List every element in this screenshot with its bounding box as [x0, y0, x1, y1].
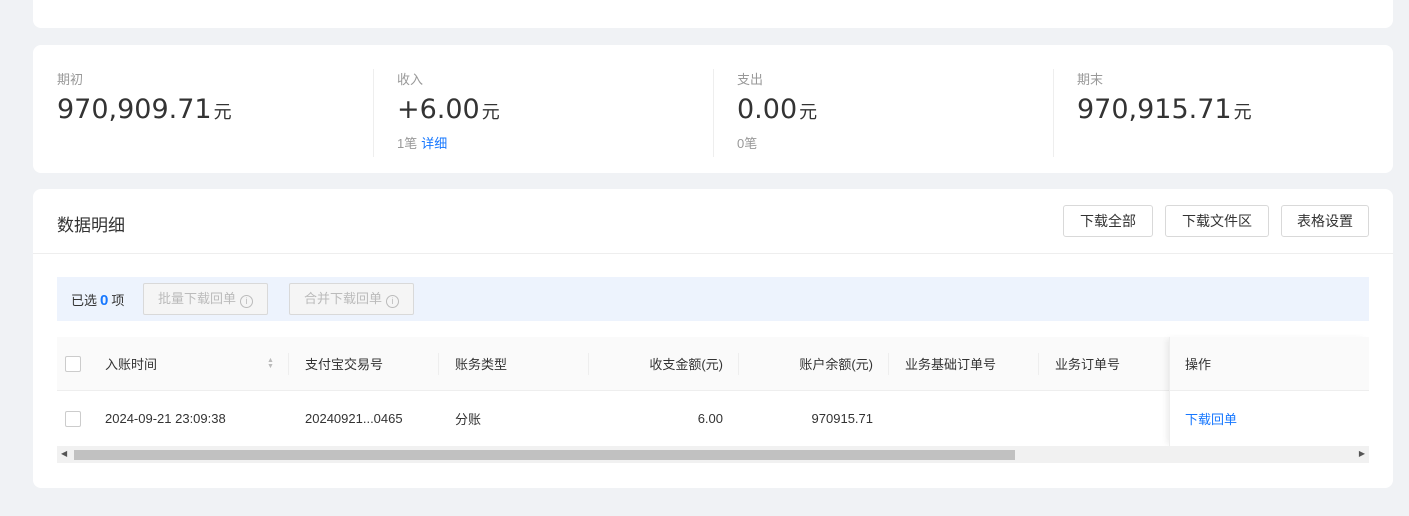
stat-label: 收入: [397, 72, 424, 87]
stat-label: 支出: [737, 72, 764, 87]
col-header-time[interactable]: 入账时间 ▲ ▼: [105, 337, 274, 390]
stat-sub: 0笔: [737, 136, 758, 151]
stat-value: 970,915.71 元: [1077, 94, 1252, 125]
col-header-trade-no: 支付宝交易号: [305, 357, 384, 372]
stat-value: 970,909.71 元: [57, 94, 232, 125]
divider: [1053, 69, 1054, 157]
stat-expense: 支出 0.00 元 0笔: [737, 69, 1077, 157]
stat-value: +6.00 元: [397, 94, 500, 125]
download-area-button[interactable]: 下载文件区: [1165, 205, 1269, 237]
divider: [373, 69, 374, 157]
col-header-amount: 收支金额(元): [649, 357, 723, 372]
row-checkbox[interactable]: [65, 391, 81, 446]
stat-closing: 期末 970,915.71 元: [1077, 69, 1409, 157]
divider: [33, 253, 1393, 254]
scroll-left-icon[interactable]: ◀: [61, 449, 67, 458]
divider: [1038, 353, 1039, 375]
info-icon: i: [240, 295, 254, 308]
income-detail-link[interactable]: 详细: [421, 136, 447, 151]
section-title: 数据明细: [57, 216, 125, 235]
table-settings-button[interactable]: 表格设置: [1281, 205, 1369, 237]
stat-income: 收入 +6.00 元 1笔 详细: [397, 69, 737, 157]
horizontal-scrollbar[interactable]: ◀ ▶: [57, 446, 1369, 463]
divider: [713, 69, 714, 157]
divider: [888, 353, 889, 375]
col-header-base-order: 业务基础订单号: [905, 357, 997, 372]
stat-sub: 1笔 详细: [397, 136, 448, 151]
merge-download-button[interactable]: 合并下载回单 i: [289, 283, 415, 315]
col-header-balance: 账户余额(元): [799, 357, 873, 372]
divider: [288, 353, 289, 375]
cell-balance: 970915.71: [811, 411, 873, 426]
stat-opening: 期初 970,909.71 元: [57, 69, 397, 157]
info-icon: i: [386, 295, 400, 308]
stat-label: 期末: [1077, 72, 1104, 87]
fixed-action-column: [1169, 337, 1369, 446]
stat-value: 0.00 元: [737, 94, 818, 125]
selection-count: 已选 0 项: [71, 292, 125, 309]
stat-label: 期初: [57, 72, 84, 87]
scroll-right-icon[interactable]: ▶: [1359, 449, 1365, 458]
scroll-thumb[interactable]: [74, 450, 1015, 460]
cell-trade-no: 20240921...0465: [305, 411, 403, 426]
cell-time: 2024-09-21 23:09:38: [105, 411, 226, 426]
col-header-order: 业务订单号: [1055, 357, 1121, 372]
balance-summary-card: 期初 970,909.71 元 收入 +6.00 元 1笔 详细 支出 0.00 元 0…: [33, 45, 1393, 173]
download-all-button[interactable]: 下载全部: [1063, 205, 1153, 237]
data-detail-card: 数据明细 下载全部 下载文件区 表格设置 已选 0 项 批量下载回单 i 合并下载回单…: [33, 189, 1393, 488]
select-all-checkbox[interactable]: [65, 337, 81, 390]
cell-amount: 6.00: [697, 411, 723, 426]
batch-download-button[interactable]: 批量下载回单 i: [143, 283, 269, 315]
sort-icon[interactable]: ▲ ▼: [267, 357, 274, 370]
divider: [438, 353, 439, 375]
top-notice-card: [33, 0, 1393, 28]
selection-bar: 已选 0 项 批量下载回单 i 合并下载回单 i: [57, 277, 1369, 321]
cell-type: 分账: [455, 412, 482, 427]
col-header-type: 账务类型: [455, 357, 508, 372]
